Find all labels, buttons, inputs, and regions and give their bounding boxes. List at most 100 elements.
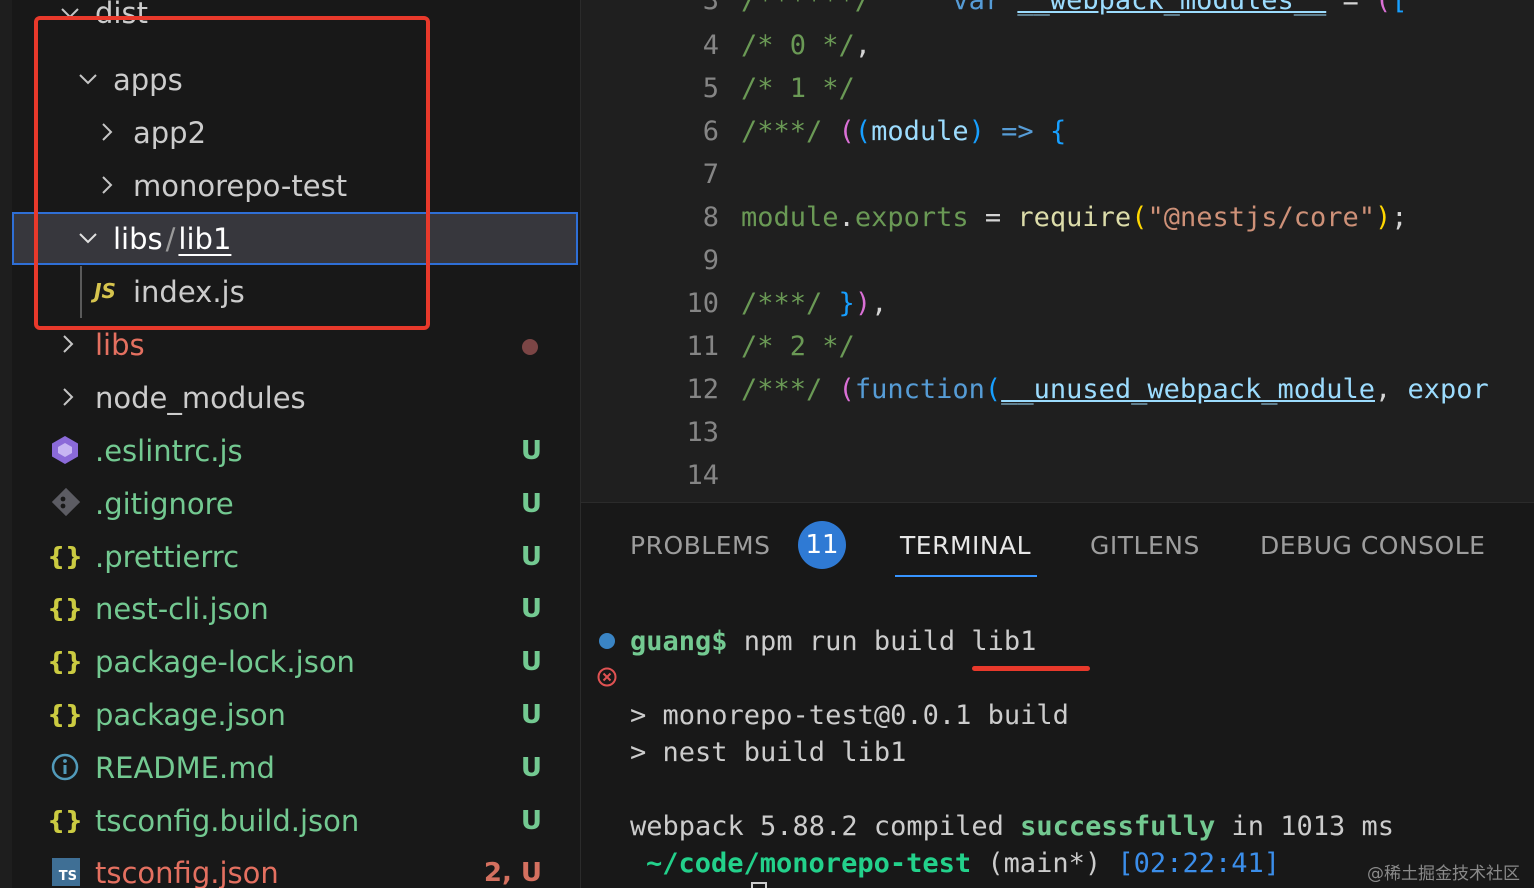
git-icon [51, 487, 81, 517]
code-line: /******/ var __webpack_modules__ = ([ [741, 0, 1408, 18]
code-token: = [1326, 0, 1376, 16]
tree-item-label: nest-cli.json [95, 592, 269, 626]
code-line: /* 0 */, [741, 29, 871, 63]
code-token: ( [984, 374, 1002, 405]
tree-item-label: node_modules [95, 381, 306, 415]
eslint-icon [52, 436, 78, 464]
annotation-underline [972, 666, 1090, 671]
tree-item-eslintrc[interactable]: .eslintrc.js U [12, 424, 578, 477]
tab-terminal[interactable]: TERMINAL [900, 531, 1031, 561]
line-number: 8 [702, 202, 719, 233]
chevron-right-icon [63, 388, 74, 406]
terminal-cursor [751, 882, 767, 888]
tree-item-package-json[interactable]: {} package.json U [12, 688, 578, 741]
code-token: require [1017, 202, 1132, 233]
code-token: => [1001, 116, 1034, 147]
code-line: module.exports = require("@nestjs/core")… [741, 201, 1408, 235]
code-token: module [871, 116, 969, 147]
chevron-right-icon [63, 335, 74, 353]
code-line: /* 1 */ [741, 72, 855, 106]
terminal-text: webpack 5.88.2 compiled [630, 811, 1021, 842]
code-token: ; [1391, 202, 1408, 233]
tree-item-readme[interactable]: README.md U [12, 741, 578, 794]
tree-item-label: package-lock.json [95, 645, 355, 679]
code-token: /******/ [741, 0, 872, 16]
tree-item-tsconfig-build-json[interactable]: {} tsconfig.build.json U [12, 794, 578, 847]
error-circle-icon [597, 667, 617, 687]
braces-icon: {} [47, 805, 83, 835]
tab-gitlens[interactable]: GITLENS [1090, 531, 1200, 561]
code-token: /* 1 */ [741, 73, 855, 104]
line-number: 5 [702, 73, 719, 104]
code-line: /***/ ((module) => { [741, 115, 1066, 149]
tree-item-package-lock-json[interactable]: {} package-lock.json U [12, 635, 578, 688]
explorer-sidebar: dist apps app2 monorepo-test libs / lib1 J… [0, 0, 580, 888]
code-line: /***/ (function(__unused_webpack_module,… [741, 373, 1489, 407]
tree-item-prettierrc[interactable]: {} .prettierrc U [12, 530, 578, 583]
line-number: 14 [686, 460, 719, 491]
terminal-text: in 1013 ms [1215, 811, 1395, 842]
code-token: ( [1375, 0, 1392, 16]
code-token: /* 2 */ [741, 331, 855, 362]
braces-icon: {} [47, 646, 83, 676]
code-token: /***/ [741, 116, 823, 147]
terminal-time: [02:22:41] [1117, 848, 1280, 879]
terminal-output-line: > monorepo-test@0.0.1 build [630, 700, 1069, 731]
tree-item-node-modules[interactable]: node_modules [12, 371, 578, 424]
code-token: ) [854, 288, 872, 319]
code-token: ( [854, 116, 872, 147]
line-number: 9 [702, 245, 719, 276]
code-token: { [1049, 116, 1067, 147]
info-icon [51, 753, 79, 781]
terminal-command: npm run build [727, 626, 972, 657]
line-number: 4 [702, 30, 719, 61]
code-token: ( [838, 116, 855, 147]
code-token: ( [1131, 202, 1148, 233]
tree-item-tsconfig-json[interactable]: TS tsconfig.json 2, U [12, 846, 578, 888]
code-token: __unused_webpack_module [1001, 374, 1375, 405]
git-status-badge: U [520, 594, 542, 624]
code-token: function [854, 374, 985, 405]
line-number: 12 [686, 374, 719, 405]
braces-icon: {} [47, 699, 83, 729]
tab-problems[interactable]: PROBLEMS [630, 531, 770, 561]
terminal-command-arg: lib1 [971, 626, 1037, 657]
code-token: expor [1407, 374, 1489, 405]
code-token: /* 0 */ [741, 30, 855, 61]
tab-debug-console[interactable]: DEBUG CONSOLE [1260, 531, 1485, 561]
tree-item-label: tsconfig.build.json [95, 804, 360, 838]
terminal-output-line: webpack 5.88.2 compiled successfully in … [630, 810, 1394, 844]
code-editor[interactable]: 3 4 5 6 7 8 9 10 11 12 13 14 /******/ va… [580, 0, 1534, 502]
code-token: ( [838, 374, 855, 405]
braces-icon: {} [47, 593, 83, 623]
terminal-command-line: guang$ npm run build lib1 [630, 625, 1036, 659]
active-tab-indicator [895, 575, 1037, 577]
line-number: 6 [702, 116, 719, 147]
terminal-success-text: successfully [1020, 811, 1216, 842]
tree-item-label: .gitignore [95, 487, 234, 521]
code-token: /***/ [741, 374, 823, 405]
tree-item-label: README.md [95, 751, 275, 785]
typescript-icon: TS [52, 858, 80, 886]
code-token: [ [1391, 0, 1408, 16]
code-token: } [838, 288, 855, 319]
code-token: , [871, 288, 888, 319]
code-token: var [952, 0, 1002, 16]
code-token: , [1375, 374, 1408, 405]
terminal-cwd: ~/code/monorepo-test [646, 848, 972, 879]
git-status-badge: U [520, 647, 542, 677]
terminal-prompt: guang$ [630, 626, 728, 657]
line-number: 7 [702, 159, 719, 190]
code-token: module [741, 202, 839, 233]
tree-item-nest-cli-json[interactable]: {} nest-cli.json U [12, 582, 578, 635]
line-number: 11 [686, 331, 719, 362]
line-number: 13 [686, 417, 719, 448]
problems-count-badge: 11 [798, 521, 846, 569]
git-status-badge: U [520, 489, 542, 519]
code-token: exports [854, 202, 969, 233]
git-status-badge: U [520, 542, 542, 572]
command-decoration-icon [599, 633, 615, 649]
line-number: 10 [686, 288, 719, 319]
tree-item-label: tsconfig.json [95, 856, 279, 888]
tree-item-gitignore[interactable]: .gitignore U [12, 477, 578, 530]
